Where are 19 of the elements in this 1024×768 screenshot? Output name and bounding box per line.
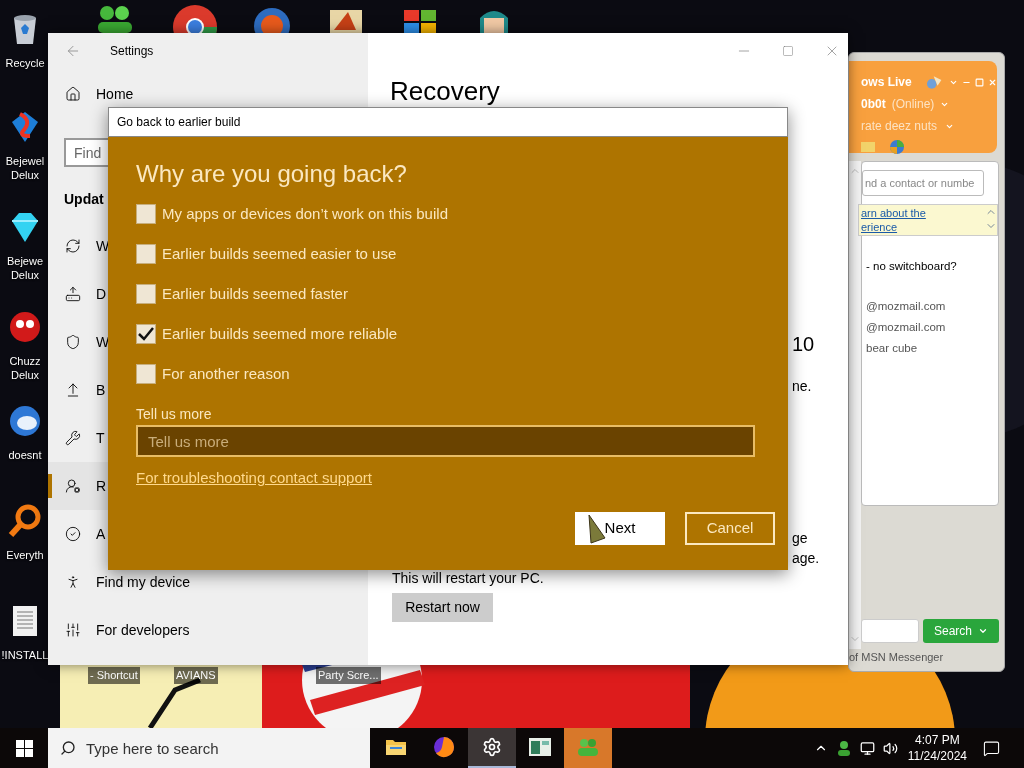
dialog-title: Go back to earlier build [117, 114, 241, 131]
text-fragment: 10 [792, 332, 816, 356]
checkbox-label: Earlier builds seemed more reliable [162, 323, 398, 344]
user-name: 0b0t [861, 96, 886, 113]
brand-text: ows Live [861, 74, 912, 91]
checkbox-label: Earlier builds seemed faster [162, 283, 348, 304]
page-title: Recovery [390, 76, 501, 106]
field-label: Tell us more [136, 405, 213, 424]
window-title: Settings [110, 42, 154, 60]
dialog-heading: Why are you going back? [136, 159, 408, 189]
footer-text: of MSN Messenger [849, 649, 945, 665]
section-heading: Updat [64, 190, 105, 209]
text-fragment: ne. [792, 377, 813, 396]
restart-note: This will restart your PC. [392, 569, 545, 588]
checkbox-label: My apps or devices don’t work on this build [162, 203, 448, 224]
checkbox-label: For another reason [162, 363, 290, 384]
text-fragment: ge [792, 529, 809, 548]
text-fragment: age. [792, 549, 821, 568]
checkbox-label: Earlier builds seemed easier to use [162, 243, 397, 264]
